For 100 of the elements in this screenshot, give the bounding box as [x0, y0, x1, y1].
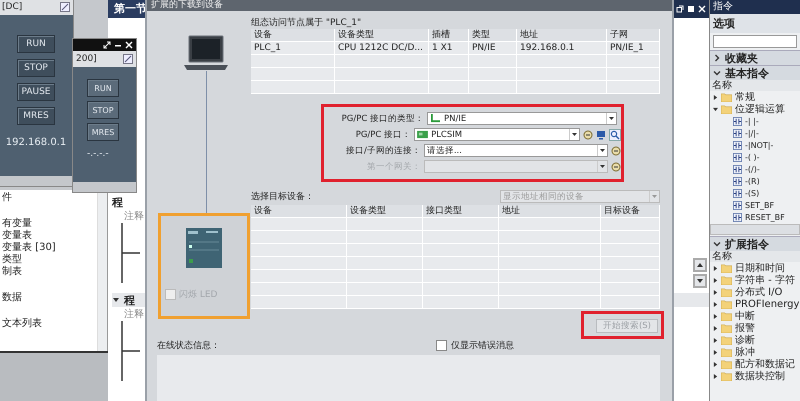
folder-label: 字符串 - 字符 [735, 274, 795, 286]
panel-icon[interactable] [60, 2, 70, 12]
column-header[interactable]: 目标设备 [601, 205, 660, 217]
chevron-down-icon[interactable] [713, 240, 721, 248]
expand-icon[interactable] [713, 374, 718, 378]
tree-item[interactable]: 有变量 [0, 218, 97, 230]
restore-icon[interactable] [676, 5, 684, 13]
instruction-item[interactable]: SET_BF [710, 199, 800, 211]
column-header[interactable]: 类型 [469, 29, 517, 41]
column-header[interactable]: 地址 [499, 205, 601, 217]
tree-item[interactable]: 件 [0, 192, 97, 204]
mode-button[interactable]: STOP [17, 59, 55, 77]
tree-item[interactable]: 常规 [710, 91, 800, 103]
expand-icon[interactable] [713, 278, 718, 282]
column-header[interactable]: 子网 [607, 29, 660, 41]
instruction-label: -| |- [745, 116, 759, 126]
errors-only-checkbox[interactable]: 仅显示错误消息 [436, 339, 514, 352]
tree-item[interactable]: 中断 [710, 310, 800, 322]
close-icon[interactable] [125, 41, 133, 49]
section-header[interactable]: 基本指令 [710, 65, 800, 80]
column-header: 名称 [710, 80, 800, 91]
instruction-item[interactable]: RESET_BF [710, 211, 800, 223]
collapse-icon[interactable] [112, 296, 120, 304]
tree-item[interactable]: 制表 [0, 266, 97, 278]
folder-icon [721, 348, 732, 356]
dropdown-field[interactable]: PN/IE [427, 112, 617, 125]
expand-icon[interactable] [713, 106, 718, 112]
tree-item[interactable]: PROFIenergy [710, 298, 800, 310]
column-header[interactable]: 地址 [517, 29, 607, 41]
section-header[interactable]: 扩展指令 [710, 236, 800, 251]
scrollbar[interactable] [710, 224, 800, 235]
mode-button[interactable]: STOP [87, 101, 119, 119]
instruction-label: -(R) [745, 176, 760, 186]
column-header[interactable]: 设备 [251, 205, 347, 217]
table-cell: PLC_1 [251, 42, 335, 54]
expand-icon[interactable] [713, 362, 718, 366]
tree-item[interactable]: 类型 [0, 254, 97, 266]
expand-icon[interactable] [713, 314, 718, 318]
tree-item[interactable]: 脉冲 [710, 346, 800, 358]
expand-icon[interactable] [713, 302, 718, 306]
chevron-right-icon[interactable] [713, 54, 721, 62]
instruction-item[interactable]: -( )- [710, 151, 800, 163]
tree-item[interactable]: 字符串 - 字符 [710, 274, 800, 286]
mode-button[interactable]: MRES [17, 107, 55, 125]
scroll-down-button[interactable] [693, 274, 707, 288]
instruction-item[interactable]: -|NOT|- [710, 139, 800, 151]
section-header[interactable]: 收藏夹 [710, 50, 800, 65]
tree-item[interactable]: 配方和数据记 [710, 358, 800, 370]
instruction-item[interactable]: -(/)- [710, 163, 800, 175]
checkbox[interactable] [436, 340, 447, 351]
tree-item[interactable]: 数据块控制 [710, 370, 800, 382]
panel-icon[interactable] [123, 54, 133, 64]
close-icon[interactable] [698, 5, 706, 13]
column-header[interactable]: 设备类型 [335, 29, 429, 41]
instruction-item[interactable]: -(R) [710, 175, 800, 187]
expand-icon[interactable] [713, 94, 718, 100]
column-header[interactable]: 接口类型 [423, 205, 499, 217]
caret-icon[interactable] [569, 129, 579, 140]
expand-icon[interactable] [713, 338, 718, 342]
mode-button[interactable]: MRES [87, 123, 119, 141]
mode-button[interactable]: RUN [17, 35, 55, 53]
caret-icon[interactable] [597, 145, 607, 156]
column-header[interactable]: 设备类型 [347, 205, 423, 217]
dropdown-field[interactable]: PLCSIM [414, 128, 580, 141]
expand-icon[interactable] [713, 266, 718, 270]
section-caption: 选择目标设备： [251, 190, 314, 202]
table-cell: 192.168.0.1 [517, 42, 607, 54]
resize-icon[interactable] [103, 41, 111, 49]
tree-item[interactable]: 报警 [710, 322, 800, 334]
tree-item[interactable]: 分布式 I/O [710, 286, 800, 298]
scrollbar[interactable] [97, 190, 107, 351]
tree-item[interactable]: 诊断 [710, 334, 800, 346]
expand-icon[interactable] [713, 326, 718, 330]
chevron-down-icon[interactable] [713, 69, 721, 77]
column-header[interactable]: 插槽 [429, 29, 469, 41]
search-field[interactable] [713, 35, 797, 48]
dropdown-field[interactable]: 请选择... [424, 144, 608, 157]
section-caption: 在线状态信息： [157, 340, 220, 352]
card-icon [417, 130, 428, 139]
tree-item[interactable]: 位逻辑运算 [710, 103, 800, 115]
folder-icon [721, 104, 732, 114]
search-icon[interactable] [609, 128, 621, 140]
tree-item[interactable]: 数据 [0, 292, 97, 304]
instruction-item[interactable]: -(S) [710, 187, 800, 199]
tree-item[interactable]: 日期和时间 [710, 262, 800, 274]
expand-icon[interactable] [713, 350, 718, 354]
mode-button[interactable]: PAUSE [17, 83, 55, 101]
maximize-icon[interactable] [687, 5, 695, 13]
tree-item[interactable]: 变量表 [30] [0, 242, 97, 254]
instruction-item[interactable]: -| |- [710, 115, 800, 127]
checkbox[interactable] [165, 289, 176, 300]
tree-item[interactable]: 变量表 [0, 230, 97, 242]
instruction-item[interactable]: -|/|- [710, 127, 800, 139]
computer-icon[interactable] [596, 130, 606, 140]
caret-icon[interactable] [606, 113, 616, 124]
mode-button[interactable]: RUN [87, 79, 119, 97]
tree-item[interactable]: 文本列表 [0, 318, 97, 330]
column-header[interactable]: 设备 [251, 29, 335, 41]
scroll-up-button[interactable] [693, 258, 707, 272]
expand-icon[interactable] [713, 290, 718, 294]
